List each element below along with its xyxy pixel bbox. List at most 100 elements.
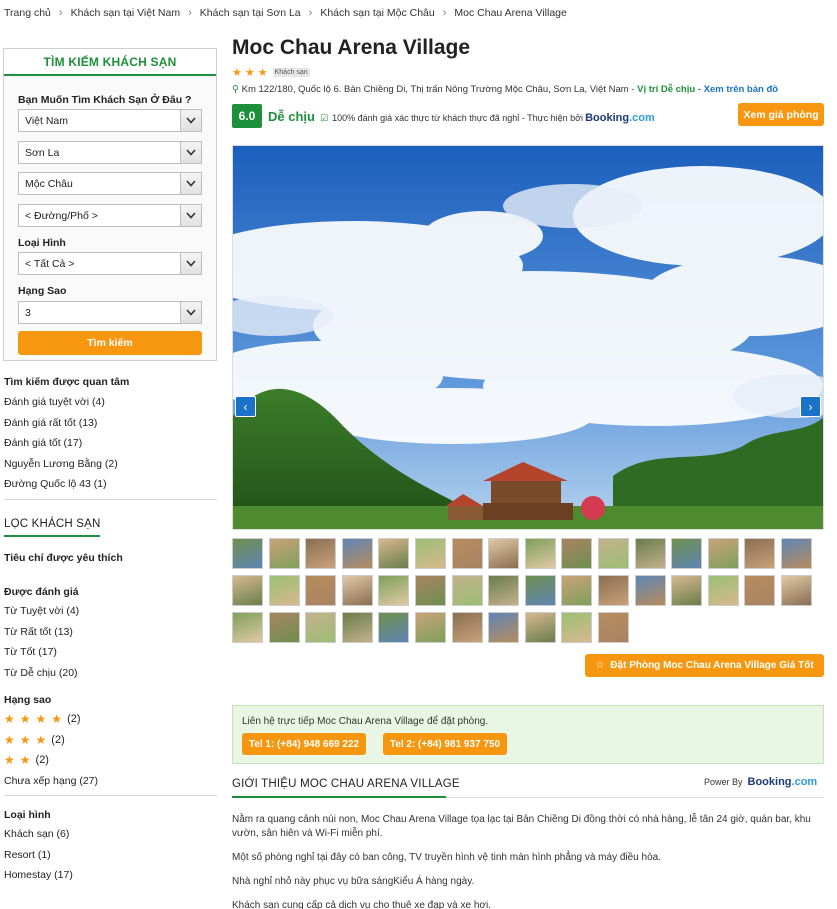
- star-filter-2[interactable]: ★ ★ (2): [4, 750, 217, 771]
- photo-thumbnail[interactable]: [378, 538, 410, 569]
- popular-search-link[interactable]: Đánh giá tuyệt vời (4): [4, 392, 217, 413]
- photo-thumbnail[interactable]: [341, 538, 373, 569]
- photo-thumbnail[interactable]: [561, 538, 593, 569]
- star-icon: ★: [232, 67, 242, 79]
- photo-thumbnail[interactable]: [451, 575, 483, 606]
- photo-thumbnail[interactable]: [744, 538, 776, 569]
- photo-thumbnail[interactable]: [268, 575, 300, 606]
- breadcrumb-home[interactable]: Trang chủ: [4, 7, 51, 19]
- photo-thumbnail[interactable]: [378, 612, 410, 643]
- photo-thumbnail[interactable]: [780, 575, 812, 606]
- breadcrumb-sonla[interactable]: Khách sạn tại Sơn La: [200, 7, 301, 19]
- filter-title: LỌC KHÁCH SẠN: [4, 518, 101, 530]
- province-select[interactable]: Sơn La: [18, 141, 202, 164]
- book-room-button[interactable]: ☆ Đặt Phòng Moc Chau Arena Village Giá T…: [585, 654, 824, 677]
- chevron-right-icon: ›: [188, 7, 192, 19]
- stars-select[interactable]: 3: [18, 301, 202, 324]
- star-filter-4[interactable]: ★ ★ ★ ★ (2): [4, 709, 217, 730]
- photo-thumbnail[interactable]: [707, 575, 739, 606]
- photo-thumbnail[interactable]: [305, 575, 337, 606]
- rating-filter-link[interactable]: Từ Rất tốt (13): [4, 622, 217, 643]
- divider: [4, 498, 217, 500]
- photo-thumbnail[interactable]: [488, 538, 520, 569]
- popular-search-link[interactable]: Đánh giá tốt (17): [4, 433, 217, 454]
- photo-thumbnail[interactable]: [451, 538, 483, 569]
- street-select[interactable]: < Đường/Phố >: [18, 204, 202, 227]
- rating-filter-link[interactable]: Từ Tốt (17): [4, 642, 217, 663]
- photo-thumbnail[interactable]: [268, 538, 300, 569]
- photo-thumbnail[interactable]: [634, 538, 666, 569]
- chevron-down-icon: [180, 302, 201, 323]
- rating-filter-link[interactable]: Từ Dễ chịu (20): [4, 663, 217, 684]
- star-icon: ★: [257, 67, 268, 79]
- photo-thumbnail[interactable]: [744, 575, 776, 606]
- prev-photo-button[interactable]: ‹: [235, 396, 256, 417]
- popular-search-link[interactable]: Đường Quốc lộ 43 (1): [4, 474, 217, 495]
- favorite-criteria-title[interactable]: Tiêu chí được yêu thích: [4, 552, 217, 564]
- breadcrumb-mocchau[interactable]: Khách sạn tại Mộc Châu: [320, 7, 434, 19]
- star-filter-3[interactable]: ★ ★ ★ (2): [4, 730, 217, 751]
- photo-thumbnail[interactable]: [597, 538, 629, 569]
- photo-thumbnail[interactable]: [561, 575, 593, 606]
- booking-logo: Booking.com: [585, 112, 655, 124]
- photo-thumbnail[interactable]: [305, 612, 337, 643]
- view-price-button[interactable]: Xem giá phòng: [738, 103, 824, 126]
- photo-thumbnail[interactable]: [488, 575, 520, 606]
- star-icon: ★: [244, 67, 255, 79]
- rating-filter-link[interactable]: Từ Tuyệt vời (4): [4, 601, 217, 622]
- photo-thumbnail[interactable]: [232, 612, 263, 643]
- photo-thumbnail[interactable]: [561, 612, 593, 643]
- view-map-link[interactable]: Xem trên bản đồ: [704, 84, 778, 95]
- photo-thumbnail[interactable]: [634, 575, 666, 606]
- photo-thumbnail[interactable]: [524, 538, 556, 569]
- photo-thumbnail[interactable]: [707, 538, 739, 569]
- photo-thumbnail[interactable]: [488, 612, 520, 643]
- unrated-filter-link[interactable]: Chưa xếp hạng (27): [4, 771, 217, 792]
- chevron-right-icon: ›: [58, 7, 63, 19]
- photo-thumbnail[interactable]: [414, 612, 446, 643]
- photo-thumbnail[interactable]: [341, 612, 373, 643]
- tel1-button[interactable]: Tel 1: (+84) 948 669 222: [242, 733, 366, 755]
- district-select[interactable]: Mộc Châu: [18, 172, 202, 195]
- type-filter-link[interactable]: Khách sạn (6): [4, 824, 217, 845]
- popular-search-link[interactable]: Nguyễn Lương Bằng (2): [4, 454, 217, 475]
- type-filter-link[interactable]: Resort (1): [4, 845, 217, 866]
- photo-thumbnail[interactable]: [597, 575, 629, 606]
- photo-thumbnail[interactable]: [671, 575, 703, 606]
- photo-thumbnail[interactable]: [780, 538, 812, 569]
- photo-thumbnail[interactable]: [341, 575, 373, 606]
- photo-thumbnail[interactable]: [597, 612, 629, 643]
- address-text: Km 122/180, Quốc lộ 6. Bản Chiềng Di, Th…: [241, 84, 638, 95]
- chevron-down-icon: [180, 173, 201, 194]
- photo-thumbnail[interactable]: [305, 538, 337, 569]
- popular-search-link[interactable]: Đánh giá rất tốt (13): [4, 413, 217, 434]
- photo-thumbnail[interactable]: [671, 538, 703, 569]
- photo-thumbnail[interactable]: [414, 575, 446, 606]
- star-icon: ★: [35, 712, 47, 727]
- intro-heading: GIỚI THIỆU MOC CHAU ARENA VILLAGE: [232, 778, 460, 790]
- chevron-down-icon: [180, 110, 201, 131]
- breadcrumb-vietnam[interactable]: Khách sạn tại Việt Nam: [71, 7, 181, 19]
- type-filter-link[interactable]: Homestay (17): [4, 865, 217, 886]
- contact-text: Liên hệ trực tiếp Moc Chau Arena Village…: [242, 716, 489, 727]
- photo-thumbnail[interactable]: [232, 575, 263, 606]
- divider: [446, 797, 824, 798]
- photo-thumbnail[interactable]: [232, 538, 263, 569]
- photo-thumbnail[interactable]: [524, 612, 556, 643]
- star-icon: ★: [4, 712, 15, 727]
- tel2-button[interactable]: Tel 2: (+84) 981 937 750: [383, 733, 507, 755]
- power-by-booking: Power By Booking.com: [704, 776, 818, 788]
- divider: [4, 795, 217, 796]
- star-icon: ★: [4, 732, 15, 747]
- search-button[interactable]: Tìm kiếm: [18, 331, 202, 355]
- type-select[interactable]: < Tất Cả >: [18, 252, 202, 275]
- photo-thumbnail[interactable]: [524, 575, 556, 606]
- photo-thumbnail[interactable]: [414, 538, 446, 569]
- photo-thumbnail[interactable]: [268, 612, 300, 643]
- country-select[interactable]: Việt Nam: [18, 109, 202, 132]
- photo-thumbnail[interactable]: [451, 612, 483, 643]
- photo-thumbnail[interactable]: [378, 575, 410, 606]
- location-rating-link[interactable]: Vị trí Dễ chịu: [637, 84, 695, 95]
- breadcrumb: Trang chủ › Khách sạn tại Việt Nam › Khá…: [4, 6, 567, 20]
- next-photo-button[interactable]: ›: [800, 396, 821, 417]
